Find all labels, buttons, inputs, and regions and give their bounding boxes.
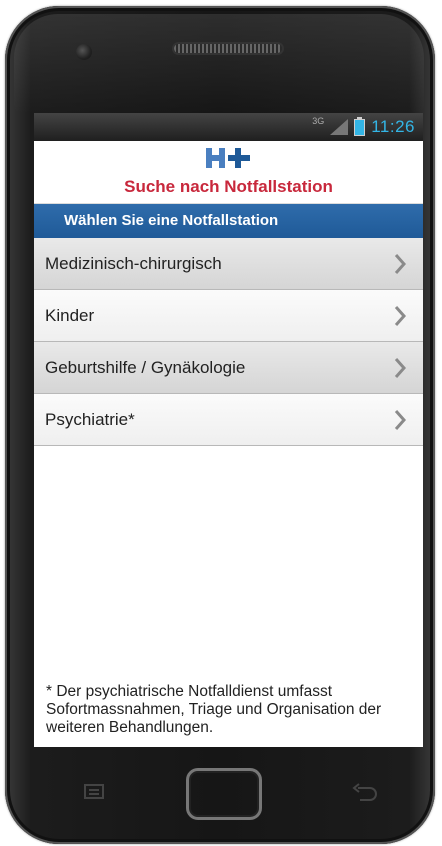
footnote: * Der psychiatrische Notfalldienst umfas… <box>46 683 382 736</box>
list-item-kinder[interactable]: Kinder <box>34 290 423 342</box>
list-item-label: Medizinisch-chirurgisch <box>45 253 222 273</box>
phone-gloss <box>14 14 424 114</box>
section-header: Wählen Sie eine Notfallstation <box>34 204 423 238</box>
status-bar: 3G 11:26 <box>34 113 423 141</box>
phone-frame: 3G 11:26 Suche nach Notfallstation Wähle… <box>0 0 442 846</box>
back-key-icon[interactable] <box>350 782 378 804</box>
list-item-label: Geburtshilfe / Gynäkologie <box>45 357 246 377</box>
camera-icon <box>76 44 92 60</box>
station-list: Medizinisch-chirurgisch Kinder Geburtshi… <box>34 238 423 446</box>
list-item-label: Psychiatrie* <box>45 409 135 429</box>
chevron-right-icon <box>389 409 411 431</box>
list-item-psychiatrie[interactable]: Psychiatrie* <box>34 394 423 446</box>
logo <box>34 141 423 169</box>
battery-icon <box>354 116 366 136</box>
status-time: 11:26 <box>371 117 415 136</box>
list-item-geburtshilfe[interactable]: Geburtshilfe / Gynäkologie <box>34 342 423 394</box>
page-title: Suche nach Notfallstation <box>124 177 333 196</box>
list-item-medizinisch-chirurgisch[interactable]: Medizinisch-chirurgisch <box>34 238 423 290</box>
screen: 3G 11:26 Suche nach Notfallstation Wähle… <box>34 113 423 747</box>
chevron-right-icon <box>389 253 411 275</box>
network-type: 3G <box>312 116 325 126</box>
list-item-label: Kinder <box>45 305 95 325</box>
signal-icon <box>330 119 349 135</box>
speaker-grille <box>174 44 282 53</box>
home-button[interactable] <box>186 768 262 820</box>
status-indicators: 3G 11:26 <box>312 116 415 137</box>
chevron-right-icon <box>389 357 411 379</box>
chevron-right-icon <box>389 305 411 327</box>
hplus-logo-icon <box>205 148 250 168</box>
menu-key-icon[interactable] <box>82 782 108 802</box>
app-header: Suche nach Notfallstation <box>34 141 423 204</box>
